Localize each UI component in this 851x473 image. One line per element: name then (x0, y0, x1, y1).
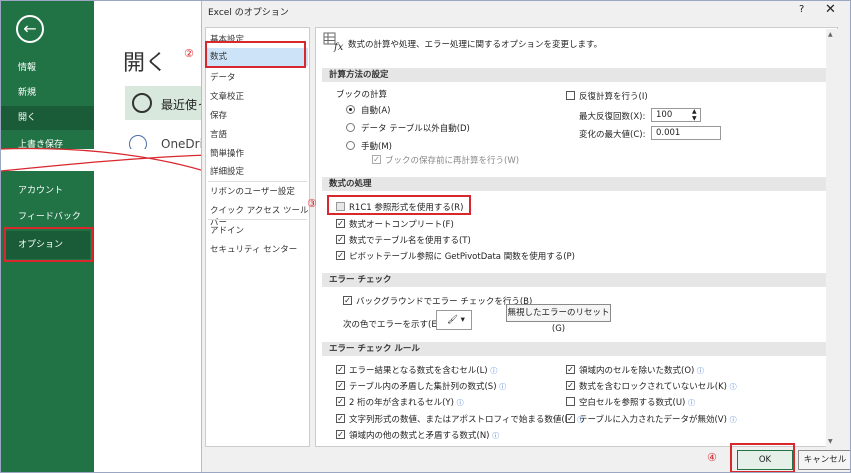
rule-checkbox[interactable]: ✓ (566, 414, 575, 423)
help-button[interactable]: ? (799, 4, 804, 15)
radio-auto-except[interactable] (346, 123, 355, 132)
background-check-checkbox[interactable]: ✓ (343, 296, 352, 305)
category-trust-center[interactable]: セキュリティ センター (210, 243, 297, 255)
rule-checkbox[interactable]: ✓ (566, 381, 575, 390)
scrollbar[interactable]: ▲ ▼ (826, 29, 838, 447)
rule-checkbox[interactable] (566, 397, 575, 406)
section-rules: エラー チェック ルール (322, 342, 827, 356)
radio-manual-label: 手動(M) (361, 142, 392, 152)
badge-3: ③ (307, 197, 317, 210)
rule-label: エラー結果となる数式を含むセル(L) ⓘ (349, 366, 498, 376)
close-icon[interactable]: ✕ (825, 2, 836, 17)
rule-checkbox[interactable]: ✓ (336, 414, 345, 423)
table-names-label: 数式でテーブル名を使用する(T) (349, 236, 471, 246)
options-dialog: Excel のオプション ? ✕ 基本設定 数式 データ 文章校正 保存 言語 … (201, 1, 850, 472)
rule-label: テーブル内の矛盾した集計列の数式(S) ⓘ (349, 382, 507, 392)
recalc-label: ブックの保存前に再計算を行う(W) (385, 156, 520, 166)
autocomplete-checkbox[interactable]: ✓ (336, 219, 345, 228)
page-title: 開く (123, 51, 168, 76)
iterative-label: 反復計算を行う(I) (579, 92, 648, 102)
rule-label: 文字列形式の数値、またはアポストロフィで始まる数値(H) ⓘ (349, 415, 585, 425)
category-data[interactable]: データ (210, 71, 236, 83)
reset-errors-button[interactable]: 無視したエラーのリセット(G) (506, 304, 611, 334)
divider (208, 181, 307, 182)
rule-label: テーブルに入力されたデータが無効(V) ⓘ (579, 415, 737, 425)
rule-checkbox[interactable]: ✓ (566, 365, 575, 374)
scroll-up-icon[interactable]: ▲ (828, 31, 833, 38)
screenshot: ← 情報 新規 開く 上書き保存 アカウント フィードバック オプション ① 開… (0, 0, 851, 473)
section-formula: 数式の処理 (322, 177, 827, 191)
category-language[interactable]: 言語 (210, 128, 227, 140)
svg-text:fx: fx (333, 42, 344, 52)
max-change-input[interactable]: 0.001 (651, 126, 721, 140)
getpivot-checkbox[interactable]: ✓ (336, 251, 345, 260)
nav-new[interactable]: 新規 (1, 81, 94, 105)
badge-2: ② (184, 47, 194, 60)
rule-checkbox[interactable]: ✓ (336, 381, 345, 390)
radio-auto-except-label: データ テーブル以外自動(D) (361, 124, 470, 134)
nav-open[interactable]: 開く (1, 106, 94, 130)
book-calc-label: ブックの計算 (336, 90, 388, 100)
getpivot-label: ピボットテーブル参照に GetPivotData 関数を使用する(P) (349, 252, 575, 262)
divider (208, 219, 307, 220)
nav-account[interactable]: アカウント (1, 179, 94, 203)
category-ribbon[interactable]: リボンのユーザー設定 (210, 185, 295, 197)
recalc-checkbox[interactable]: ✓ (372, 155, 381, 164)
highlight-formulas (205, 41, 306, 68)
autocomplete-label: 数式オートコンプリート(F) (349, 220, 454, 230)
radio-auto[interactable] (346, 105, 355, 114)
clock-icon (132, 93, 152, 113)
tear-gap (1, 149, 205, 171)
rule-label: 2 桁の年が含まれるセル(Y) ⓘ (349, 398, 464, 408)
highlight-ok (730, 443, 795, 472)
category-proofing[interactable]: 文章校正 (210, 90, 244, 102)
category-advanced[interactable]: 詳細設定 (210, 165, 244, 177)
nav-info[interactable]: 情報 (1, 56, 94, 80)
rule-label: 空白セルを参照する数式(U) ⓘ (579, 398, 696, 408)
highlight-options (4, 227, 93, 262)
error-color-picker[interactable]: 🖌 ▾ (436, 310, 472, 330)
iterative-checkbox[interactable] (566, 91, 575, 100)
error-color-label: 次の色でエラーを示す(E): (343, 320, 443, 330)
max-change-label: 変化の最大値(C): (579, 130, 646, 140)
section-calc: 計算方法の設定 (322, 68, 827, 82)
section-error: エラー チェック (322, 273, 827, 287)
rule-checkbox[interactable]: ✓ (336, 365, 345, 374)
spin-icon[interactable]: ▲ ▼ (692, 108, 697, 122)
rule-label: 領域内のセルを除いた数式(O) ⓘ (579, 366, 705, 376)
formula-icon: fx (323, 32, 344, 52)
highlight-r1c1 (327, 195, 471, 215)
nav-feedback[interactable]: フィードバック (1, 205, 94, 229)
rule-label: 数式を含むロックされていないセル(K) ⓘ (579, 382, 737, 392)
table-names-checkbox[interactable]: ✓ (336, 235, 345, 244)
rule-label: 領域内の他の数式と矛盾する数式(N) ⓘ (349, 431, 500, 441)
category-accessibility[interactable]: 簡単操作 (210, 147, 244, 159)
category-save[interactable]: 保存 (210, 109, 227, 121)
max-iter-label: 最大反復回数(X): (579, 112, 646, 122)
options-content: fx 数式の計算や処理、エラー処理に関するオプションを変更します。 計算方法の設… (315, 27, 838, 447)
category-addins[interactable]: アドイン (210, 224, 244, 236)
back-arrow-icon[interactable]: ← (16, 15, 44, 43)
rule-checkbox[interactable]: ✓ (336, 397, 345, 406)
rule-checkbox[interactable]: ✓ (336, 430, 345, 439)
radio-auto-label: 自動(A) (361, 106, 391, 116)
category-list: 基本設定 数式 データ 文章校正 保存 言語 簡単操作 詳細設定 リボンのユーザ… (205, 27, 310, 447)
cancel-button[interactable]: キャンセル (798, 450, 850, 470)
header-text: 数式の計算や処理、エラー処理に関するオプションを変更します。 (348, 40, 603, 50)
radio-manual[interactable] (346, 141, 355, 150)
badge-4: ④ (707, 451, 717, 464)
scroll-down-icon[interactable]: ▼ (828, 438, 833, 445)
dialog-title: Excel のオプション (208, 8, 289, 18)
